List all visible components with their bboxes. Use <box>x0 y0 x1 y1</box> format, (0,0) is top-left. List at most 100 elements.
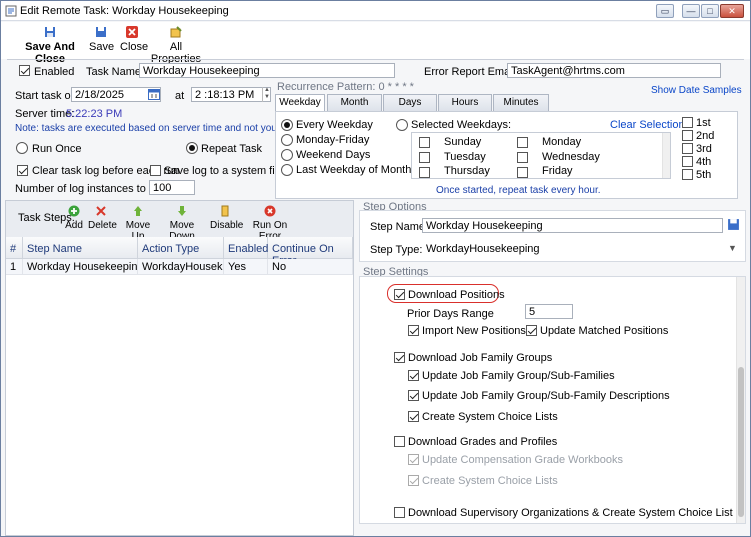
run-once-radio[interactable] <box>16 142 28 154</box>
move-up-button[interactable]: Move Up <box>121 201 155 242</box>
save-log-label: Save log to a system file <box>164 165 284 177</box>
step-type-value: WorkdayHousekeeping <box>426 243 540 255</box>
toolbar: Save And Close Save Close All Properties <box>1 22 750 65</box>
update-matched-checkbox[interactable] <box>526 325 537 336</box>
clear-selection-link[interactable]: Clear Selection <box>610 119 685 131</box>
weekday-list-scrollbar[interactable] <box>662 133 670 178</box>
sunday-checkbox[interactable] <box>419 137 430 148</box>
thursday-label: Thursday <box>444 165 490 177</box>
enabled-checkbox[interactable] <box>19 65 30 76</box>
step-name-label: Step Name: <box>370 221 429 233</box>
every-weekday-label: Every Weekday <box>296 119 373 131</box>
add-step-button[interactable]: Add <box>64 201 84 231</box>
error-email-input[interactable]: TaskAgent@hrtms.com <box>507 63 721 78</box>
server-time-value: 5:22:23 PM <box>66 108 123 120</box>
friday-label: Friday <box>542 165 573 177</box>
selected-weekdays-radio[interactable] <box>396 119 408 131</box>
recurrence-summary: Once started, repeat task every hour. <box>436 185 601 196</box>
arrow-up-icon <box>134 206 142 216</box>
close-button[interactable]: Close <box>120 22 148 53</box>
repeat-task-label: Repeat Task <box>201 143 262 155</box>
week-4th-checkbox[interactable] <box>682 156 693 167</box>
maximize-button[interactable]: □ <box>701 4 719 18</box>
minimize-button[interactable]: — <box>682 4 700 18</box>
time-spinner[interactable]: ▲ ▼ <box>262 87 271 102</box>
start-time-input[interactable]: 2 :18:13 PM <box>191 87 271 102</box>
tuesday-checkbox[interactable] <box>419 152 430 163</box>
download-positions-checkbox[interactable] <box>394 289 405 300</box>
week-5th-checkbox[interactable] <box>682 169 693 180</box>
log-instances-input[interactable]: 100 <box>149 180 195 195</box>
week-1st-checkbox[interactable] <box>682 117 693 128</box>
tab-days[interactable]: Days <box>383 94 437 111</box>
weekend-days-radio[interactable] <box>281 149 293 161</box>
window-title: Edit Remote Task: Workday Housekeeping <box>20 5 229 17</box>
update-jf-checkbox[interactable] <box>408 370 419 381</box>
delete-step-button[interactable]: Delete <box>88 201 117 231</box>
update-jf-desc-checkbox[interactable] <box>408 390 419 401</box>
chevron-down-icon[interactable]: ▼ <box>728 243 737 253</box>
prior-days-input[interactable]: 5 <box>525 304 573 319</box>
table-row[interactable]: 1 Workday Housekeeping WorkdayHousekeepi… <box>6 259 353 275</box>
col-header-step-name[interactable]: Step Name <box>23 237 138 259</box>
task-name-label: Task Name: <box>86 66 145 78</box>
download-grades-label: Download Grades and Profiles <box>408 436 558 448</box>
calendar-icon[interactable] <box>148 88 160 100</box>
week-4th-label: 4th <box>696 156 712 168</box>
enabled-label: Enabled <box>34 66 75 78</box>
disable-step-button[interactable]: Disable <box>210 201 243 231</box>
settings-scroll-thumb[interactable] <box>738 367 744 517</box>
col-header-enabled[interactable]: Enabled <box>224 237 268 259</box>
close-window-button[interactable]: ✕ <box>720 4 744 18</box>
monday-friday-label: Monday-Friday <box>296 134 370 146</box>
move-down-button[interactable]: Move Down <box>160 201 204 242</box>
import-new-checkbox[interactable] <box>408 325 419 336</box>
download-grades-checkbox[interactable] <box>394 436 405 447</box>
row-continue: No <box>268 259 353 275</box>
week-3rd-checkbox[interactable] <box>682 143 693 154</box>
week-2nd-checkbox[interactable] <box>682 130 693 141</box>
repeat-task-radio[interactable] <box>186 142 198 154</box>
update-jf-desc-label: Update Job Family Group/Sub-Family Descr… <box>422 390 670 402</box>
download-sup-checkbox[interactable] <box>394 507 405 518</box>
every-weekday-radio[interactable] <box>281 119 293 131</box>
friday-checkbox[interactable] <box>517 167 528 178</box>
disable-icon <box>221 205 229 217</box>
save-icon <box>96 27 106 37</box>
clear-log-checkbox[interactable] <box>17 165 28 176</box>
last-weekday-radio[interactable] <box>281 164 293 176</box>
step-type-label: Step Type: <box>370 244 423 256</box>
error-icon <box>264 205 276 217</box>
toolbar-divider <box>7 59 744 60</box>
all-properties-label: All Properties <box>150 41 202 65</box>
run-on-error-button[interactable]: Run On Error <box>244 201 296 242</box>
save-button[interactable]: Save <box>89 22 114 53</box>
properties-icon <box>170 26 182 38</box>
col-header-action-type[interactable]: Action Type <box>138 237 224 259</box>
tab-month[interactable]: Month <box>327 94 382 111</box>
create-choice-label: Create System Choice Lists <box>422 411 558 423</box>
at-label: at <box>175 90 185 102</box>
save-close-icon <box>45 27 55 37</box>
settings-scrollbar[interactable] <box>736 277 745 523</box>
create-choice-checkbox[interactable] <box>408 411 419 422</box>
tab-hours[interactable]: Hours <box>438 94 492 111</box>
task-name-input[interactable]: Workday Housekeeping <box>139 63 395 78</box>
close-icon <box>126 26 138 38</box>
monday-checkbox[interactable] <box>517 137 528 148</box>
col-header-continue[interactable]: Continue On Error <box>268 237 353 267</box>
step-type-select[interactable]: WorkdayHousekeeping <box>422 241 740 256</box>
download-job-family-label: Download Job Family Groups <box>408 352 553 364</box>
restore-icon[interactable]: ▭ <box>656 4 674 18</box>
monday-friday-radio[interactable] <box>281 134 293 146</box>
tab-minutes[interactable]: Minutes <box>493 94 549 111</box>
wednesday-checkbox[interactable] <box>517 152 528 163</box>
save-log-checkbox[interactable] <box>150 165 161 176</box>
download-job-family-checkbox[interactable] <box>394 352 405 363</box>
save-step-icon[interactable] <box>727 218 740 231</box>
tab-weekday[interactable]: Weekday <box>275 94 325 112</box>
col-header-num[interactable]: # <box>6 237 23 259</box>
thursday-checkbox[interactable] <box>419 167 430 178</box>
step-options-panel: Step Name: Workday Housekeeping Step Typ… <box>359 210 746 262</box>
step-name-input[interactable]: Workday Housekeeping <box>422 218 723 233</box>
